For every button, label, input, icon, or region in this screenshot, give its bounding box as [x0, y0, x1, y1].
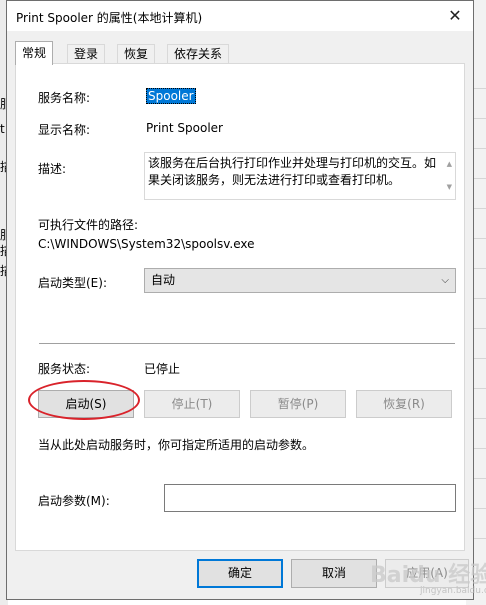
close-icon[interactable]: ✕ [443, 4, 467, 28]
description-label: 描述: [38, 162, 67, 176]
display-name-label: 显示名称: [38, 123, 91, 137]
stop-button[interactable]: 停止(T) [144, 390, 240, 418]
tab-dependencies[interactable]: 依存关系 [167, 44, 230, 64]
chevron-down-icon[interactable]: ⌵ [441, 269, 449, 292]
pause-button[interactable]: 暂停(P) [250, 390, 346, 418]
baidu-watermark: Baidu 经验 [370, 563, 486, 588]
startup-type-label: 启动类型(E): [38, 276, 107, 290]
scroll-down-icon[interactable]: ▼ [447, 179, 452, 196]
start-button[interactable]: 启动(S) [38, 390, 134, 418]
baidu-watermark-url: jingyan.baidu.com [420, 586, 486, 596]
tab-logon[interactable]: 登录 [67, 44, 106, 64]
window-title: Print Spooler 的属性(本地计算机) [16, 11, 203, 25]
startup-type-value: 自动 [151, 273, 176, 287]
start-parameters-label: 启动参数(M): [38, 494, 110, 508]
description-textbox[interactable]: 该服务在后台执行打印作业并处理与打印机的交互。如果关闭该服务，则无法进行打印或查… [144, 152, 456, 200]
service-status-label: 服务状态: [38, 362, 91, 376]
background-text: t [0, 122, 5, 136]
resume-button[interactable]: 恢复(R) [356, 390, 452, 418]
service-name-value[interactable]: Spooler [146, 88, 196, 104]
display-name-value[interactable]: Print Spooler [146, 121, 223, 135]
start-parameters-hint: 当从此处启动服务时，你可指定所适用的启动参数。 [38, 438, 315, 452]
executable-path-label: 可执行文件的路径: [38, 218, 139, 232]
service-status-value: 已停止 [144, 362, 181, 376]
service-properties-dialog: Print Spooler 的属性(本地计算机) ✕ 常规 登录 恢复 依存关系… [6, 0, 474, 600]
executable-path-value[interactable]: C:\WINDOWS\System32\spoolsv.exe [38, 237, 255, 251]
section-divider [39, 343, 455, 344]
tab-general[interactable]: 常规 [15, 41, 54, 65]
scroll-up-icon[interactable]: ▲ [447, 156, 452, 173]
title-bar[interactable]: Print Spooler 的属性(本地计算机) ✕ [7, 1, 473, 31]
start-parameters-input[interactable] [164, 484, 456, 512]
general-panel: 服务名称: Spooler 显示名称: Print Spooler 描述: 该服… [15, 63, 465, 551]
cancel-button[interactable]: 取消 [291, 559, 377, 588]
ok-button[interactable]: 确定 [197, 559, 283, 588]
service-name-label: 服务名称: [38, 91, 91, 105]
startup-type-select[interactable]: 自动 ⌵ [144, 268, 456, 293]
description-text: 该服务在后台执行打印作业并处理与打印机的交互。如果关闭该服务，则无法进行打印或查… [148, 156, 437, 187]
tab-recovery[interactable]: 恢复 [117, 44, 156, 64]
